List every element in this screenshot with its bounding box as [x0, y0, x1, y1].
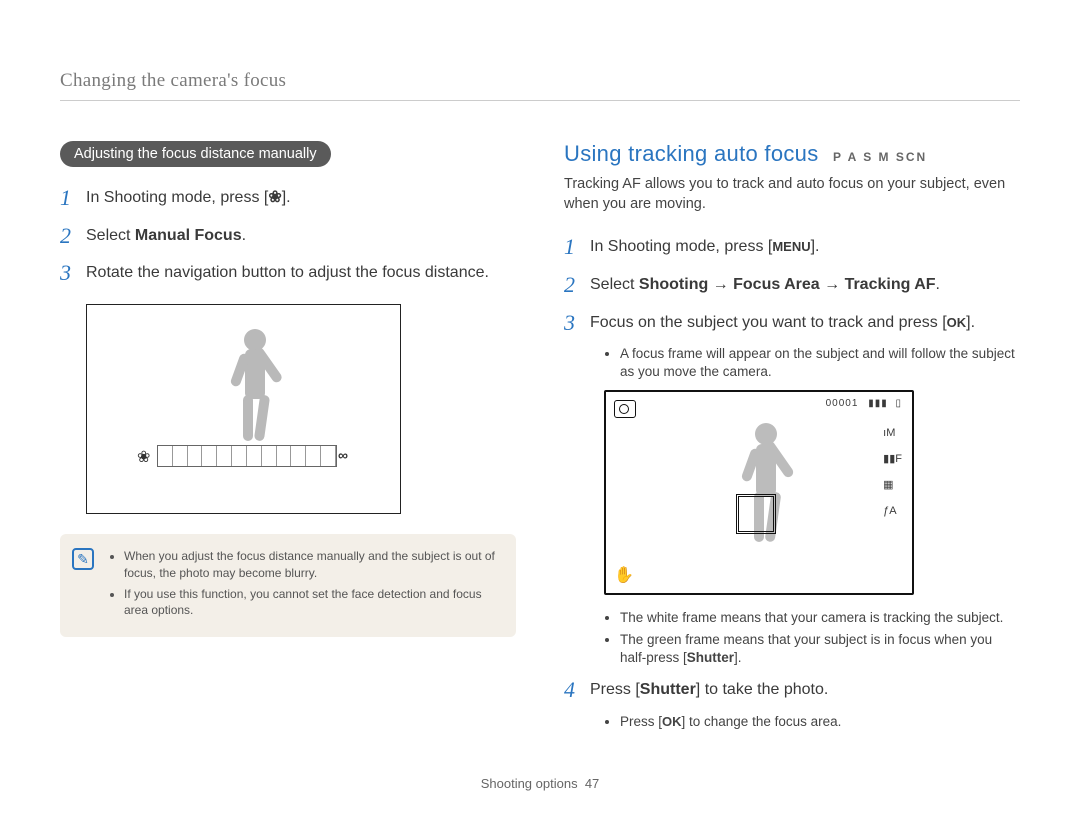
focus-distance-slider: [157, 445, 337, 467]
step-number: 2: [60, 221, 86, 251]
mode-letters: P A S M SCN: [833, 150, 927, 164]
left-column: Adjusting the focus distance manually 1 …: [60, 141, 516, 739]
manual-focus-illustration: ❀ ∞: [86, 304, 401, 514]
infinity-icon: ∞: [338, 447, 348, 463]
ok-key-icon: OK: [947, 315, 967, 330]
step2-bold: Manual Focus: [135, 227, 242, 244]
step1-pre: In Shooting mode, press [: [86, 189, 268, 206]
step-text: Press [Shutter] to take the photo.: [590, 675, 828, 705]
menu-key-icon: MENU: [772, 239, 810, 254]
person-silhouette-icon: [87, 305, 402, 515]
t: Press [: [590, 681, 640, 698]
step2-post: .: [242, 227, 246, 244]
t: Press [: [620, 714, 662, 729]
t: Shutter: [687, 650, 734, 665]
left-steps: 1 In Shooting mode, press [❀]. 2 Select …: [60, 183, 516, 288]
page-footer: Shooting options 47: [0, 776, 1080, 791]
step-text: In Shooting mode, press [MENU].: [590, 232, 820, 262]
step-number: 4: [564, 675, 590, 705]
step-3: 3 Focus on the subject you want to track…: [564, 308, 1020, 338]
step-number: 1: [564, 232, 590, 262]
step-4: 4 Press [Shutter] to take the photo.: [564, 675, 1020, 705]
t: Select: [590, 276, 639, 293]
footer-label: Shooting options: [481, 776, 578, 791]
note-box: ✎ When you adjust the focus distance man…: [60, 534, 516, 637]
t: ].: [811, 238, 820, 255]
step-text: Focus on the subject you want to track a…: [590, 308, 975, 338]
step4-subbullets: Press [OK] to change the focus area.: [604, 713, 1020, 731]
section-title: Using tracking auto focus: [564, 141, 819, 166]
step-text: In Shooting mode, press [❀].: [86, 183, 291, 213]
page-header: Changing the camera's focus: [60, 70, 1020, 101]
tracking-af-illustration: 00001 ▮▮▮ ▯ ıM ▮▮F ▦ ƒA: [604, 390, 914, 595]
t: Tracking AF: [845, 276, 936, 293]
focus-frame-icon: [736, 494, 776, 534]
note-icon: ✎: [72, 548, 94, 570]
bullet: The white frame means that your camera i…: [620, 609, 1020, 627]
section-heading-row: Using tracking auto focus P A S M SCN: [564, 141, 1020, 167]
step1-post: ].: [282, 189, 291, 206]
step-text: Rotate the navigation button to adjust t…: [86, 258, 489, 288]
two-column-layout: Adjusting the focus distance manually 1 …: [60, 141, 1020, 739]
t: Focus Area: [733, 276, 820, 293]
t: Focus on the subject you want to track a…: [590, 314, 947, 331]
step-number: 1: [60, 183, 86, 213]
macro-flower-icon: ❀: [137, 447, 150, 467]
note-item: When you adjust the focus distance manua…: [124, 548, 500, 582]
anti-shake-icon: ✋: [614, 565, 634, 585]
note-item: If you use this function, you cannot set…: [124, 586, 500, 620]
right-steps: 1 In Shooting mode, press [MENU]. 2 Sele…: [564, 232, 1020, 337]
step-number: 3: [60, 258, 86, 288]
step-1: 1 In Shooting mode, press [❀].: [60, 183, 516, 213]
section-pill-manual-focus: Adjusting the focus distance manually: [60, 141, 331, 167]
after-illus-bullets: The white frame means that your camera i…: [604, 609, 1020, 668]
bullet: The green frame means that your subject …: [620, 631, 1020, 667]
step-number: 2: [564, 270, 590, 300]
section-intro: Tracking AF allows you to track and auto…: [564, 175, 1020, 214]
step-number: 3: [564, 308, 590, 338]
page-number: 47: [585, 776, 599, 791]
t: Shooting: [639, 276, 708, 293]
bullet: Press [OK] to change the focus area.: [620, 713, 1020, 731]
step-3: 3 Rotate the navigation button to adjust…: [60, 258, 516, 288]
macro-flower-icon: ❀: [268, 187, 281, 209]
right-column: Using tracking auto focus P A S M SCN Tr…: [564, 141, 1020, 739]
step2-pre: Select: [86, 227, 135, 244]
step3-subbullets: A focus frame will appear on the subject…: [604, 345, 1020, 381]
arrow-icon: →: [820, 276, 845, 293]
arrow-icon: →: [708, 276, 733, 293]
right-steps-cont: 4 Press [Shutter] to take the photo.: [564, 675, 1020, 705]
t: In Shooting mode, press [: [590, 238, 772, 255]
step-text: Select Shooting → Focus Area → Tracking …: [590, 270, 940, 300]
step-1: 1 In Shooting mode, press [MENU].: [564, 232, 1020, 262]
t: The green frame means that your subject …: [620, 632, 992, 665]
t: Shutter: [640, 681, 696, 698]
step-2: 2 Select Manual Focus.: [60, 221, 516, 251]
ok-key-icon: OK: [662, 714, 682, 729]
t: ].: [966, 314, 975, 331]
t: .: [936, 276, 940, 293]
step-2: 2 Select Shooting → Focus Area → Trackin…: [564, 270, 1020, 300]
t: ] to take the photo.: [696, 681, 829, 698]
bullet: A focus frame will appear on the subject…: [620, 345, 1020, 381]
t: ].: [734, 650, 742, 665]
step-text: Select Manual Focus.: [86, 221, 246, 251]
t: ] to change the focus area.: [682, 714, 842, 729]
